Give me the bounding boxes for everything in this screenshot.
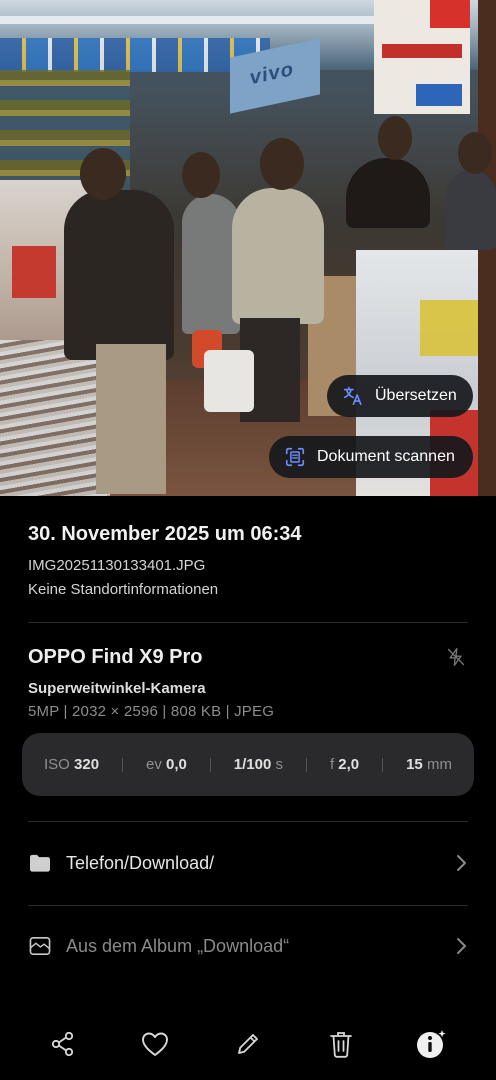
album-icon bbox=[28, 934, 52, 958]
exif-shutter-unit: s bbox=[275, 756, 284, 773]
exif-aperture-label: f bbox=[329, 756, 335, 773]
photo-person-head bbox=[260, 138, 304, 190]
exif-aperture-value: 2,0 bbox=[338, 756, 360, 773]
device-name: OPPO Find X9 Pro bbox=[28, 646, 203, 668]
folder-path-row[interactable]: Telefon/Download/ bbox=[28, 843, 468, 883]
photo-red-box bbox=[12, 246, 56, 298]
scan-label: Dokument scannen bbox=[317, 448, 455, 465]
poster-strip bbox=[382, 44, 462, 58]
exif-iso-label: ISO bbox=[44, 756, 70, 773]
exif-separator bbox=[305, 757, 307, 772]
exif-focal-length: 15 mm bbox=[406, 756, 452, 773]
divider bbox=[28, 905, 468, 906]
photo-person bbox=[232, 188, 324, 324]
poster-badge bbox=[430, 0, 470, 28]
document-scan-icon bbox=[283, 445, 307, 469]
flash-off-icon bbox=[446, 647, 466, 667]
exif-shutter: 1/100 s bbox=[234, 756, 283, 773]
photo-poster bbox=[374, 0, 470, 114]
file-name: IMG20251130133401.JPG bbox=[28, 557, 206, 574]
edit-icon bbox=[234, 1030, 262, 1063]
photo-ceiling-beam bbox=[0, 16, 380, 24]
folder-icon bbox=[28, 851, 52, 875]
image-specs: 5MP | 2032 × 2596 | 808 KB | JPEG bbox=[28, 703, 275, 720]
chevron-right-icon bbox=[454, 853, 468, 873]
translate-button[interactable]: Übersetzen bbox=[327, 375, 473, 417]
capture-date: 30. November 2025 um 06:34 bbox=[28, 523, 302, 545]
album-row[interactable]: Aus dem Album „Download“ bbox=[28, 926, 468, 966]
exif-focal-value: 15 bbox=[406, 756, 423, 773]
exif-focal-unit: mm bbox=[426, 756, 452, 773]
exif-ev: ev 0,0 bbox=[146, 756, 187, 773]
folder-path-label: Telefon/Download/ bbox=[66, 852, 215, 873]
photo-white-bag bbox=[204, 350, 254, 412]
share-button[interactable] bbox=[47, 1030, 79, 1062]
poster-blue-panel bbox=[416, 84, 462, 106]
bottom-toolbar bbox=[0, 1020, 496, 1072]
photo-person-legs bbox=[96, 344, 166, 494]
edit-button[interactable] bbox=[232, 1030, 264, 1062]
photo-person-head bbox=[458, 132, 492, 174]
exif-iso: ISO 320 bbox=[44, 756, 99, 773]
delete-button[interactable] bbox=[325, 1030, 357, 1062]
location-info: Keine Standortinformationen bbox=[28, 581, 219, 598]
chevron-right-icon bbox=[454, 936, 468, 956]
photo-person bbox=[446, 170, 496, 250]
exif-separator bbox=[209, 757, 211, 772]
camera-lens: Superweitwinkel-Kamera bbox=[28, 680, 206, 697]
photo-preview[interactable]: vivo Übersetzen Dokument scannen bbox=[0, 0, 496, 496]
photo-person-head bbox=[80, 148, 126, 200]
photo-person bbox=[346, 158, 430, 228]
translate-label: Übersetzen bbox=[375, 387, 457, 404]
info-icon bbox=[415, 1028, 449, 1065]
photo-yellow-products bbox=[420, 300, 480, 356]
divider bbox=[28, 622, 468, 623]
photo-person-head bbox=[378, 116, 412, 160]
exif-panel: ISO 320 ev 0,0 1/100 s f 2,0 15 mm bbox=[22, 733, 474, 796]
share-icon bbox=[49, 1030, 77, 1063]
heart-icon bbox=[140, 1030, 170, 1063]
photo-sign-text: vivo bbox=[250, 57, 295, 90]
exif-separator bbox=[382, 757, 384, 772]
translate-icon bbox=[341, 384, 365, 408]
album-label: Aus dem Album „Download“ bbox=[66, 935, 290, 956]
exif-iso-value: 320 bbox=[74, 756, 100, 773]
scan-document-button[interactable]: Dokument scannen bbox=[269, 436, 473, 478]
delete-icon bbox=[327, 1029, 355, 1064]
photo-person-head bbox=[182, 152, 220, 198]
details-button[interactable] bbox=[415, 1028, 449, 1065]
divider bbox=[28, 821, 468, 822]
exif-separator bbox=[122, 757, 124, 772]
photo-person bbox=[64, 190, 174, 360]
exif-ev-value: 0,0 bbox=[166, 756, 187, 773]
exif-ev-label: ev bbox=[145, 756, 162, 773]
exif-shutter-value: 1/100 bbox=[233, 756, 272, 773]
photo-magazines bbox=[0, 340, 110, 496]
favorite-button[interactable] bbox=[139, 1030, 171, 1062]
exif-aperture: f 2,0 bbox=[330, 756, 359, 773]
